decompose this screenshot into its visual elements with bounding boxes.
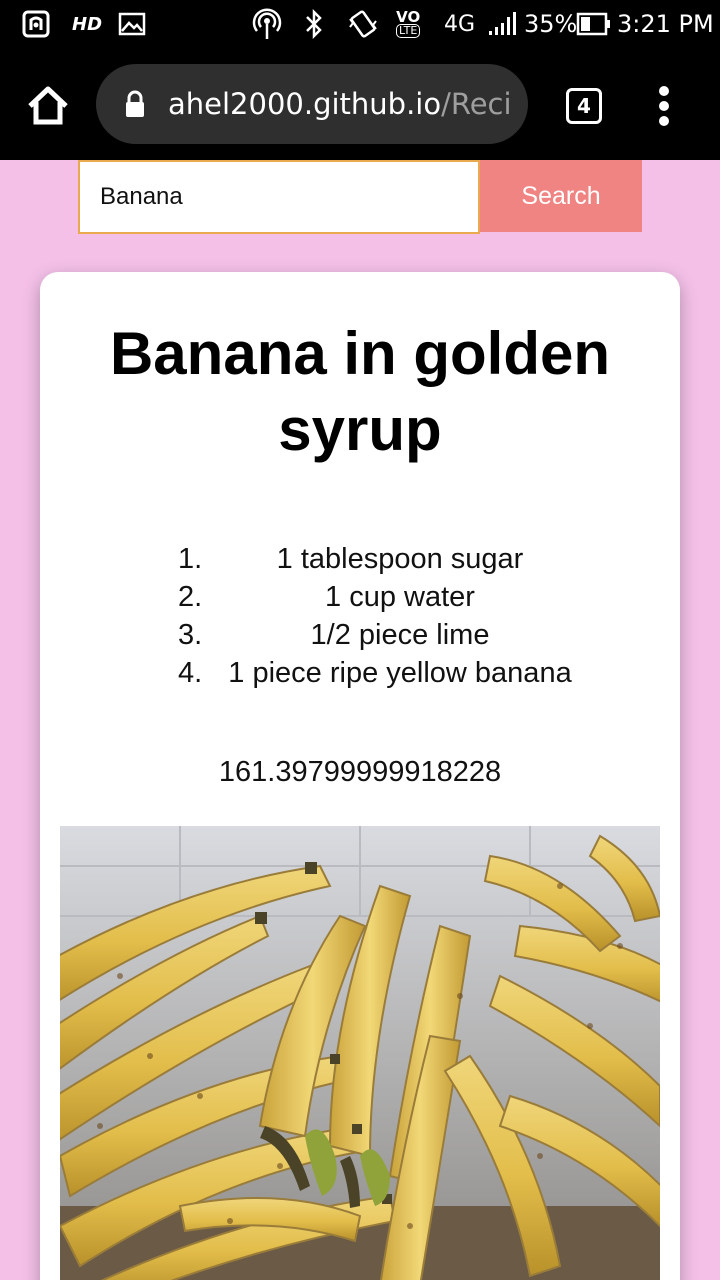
ingredient-number: 4. xyxy=(178,657,203,689)
ingredient-text: 1 piece ripe yellow banana xyxy=(228,657,572,689)
hd-label: HD xyxy=(72,13,103,35)
tab-switcher-button[interactable]: 4 xyxy=(566,88,602,124)
ingredient-item: 4. 1 piece ripe yellow banana xyxy=(178,654,588,692)
more-vert-icon[interactable] xyxy=(654,86,674,126)
network-type-label: 4G xyxy=(444,11,476,37)
ingredient-item: 3. 1/2 piece lime xyxy=(178,616,588,654)
address-bar[interactable]: ahel2000.github.io/Reci xyxy=(96,64,528,144)
home-icon[interactable] xyxy=(22,80,74,132)
ingredient-text: 1 cup water xyxy=(325,581,475,613)
ingredient-number: 1. xyxy=(178,543,203,575)
nfc-icon xyxy=(22,0,50,48)
battery-percent: 35% xyxy=(524,10,578,38)
url-text: ahel2000.github.io/Reci xyxy=(168,84,514,124)
battery-icon xyxy=(576,0,612,48)
url-host: ahel2000.github.io xyxy=(168,87,442,121)
image-icon xyxy=(118,0,146,48)
ingredient-text: 1/2 piece lime xyxy=(310,619,490,651)
signal-icon xyxy=(488,0,520,48)
ingredient-list: 1. 1 tablespoon sugar 2. 1 cup water 3. 1/2… xyxy=(178,540,588,692)
ingredient-number: 2. xyxy=(178,581,203,613)
recipe-photo xyxy=(40,826,680,1280)
recipe-title: Banana in golden syrup xyxy=(109,320,611,463)
ingredient-item: 2. 1 cup water xyxy=(178,578,588,616)
ingredient-item: 1. 1 tablespoon sugar xyxy=(178,540,588,578)
search-button[interactable]: Search xyxy=(480,160,642,232)
lock-icon xyxy=(124,90,146,118)
vibrate-icon xyxy=(346,0,380,48)
ingredient-text: 1 tablespoon sugar xyxy=(276,543,524,575)
ingredient-number: 3. xyxy=(178,619,203,651)
status-bar: HD VO LTE 4G 35% 3:21 PM xyxy=(0,0,720,48)
volte-icon: VO LTE xyxy=(396,8,421,38)
calories-value: 161.39799999918228 xyxy=(218,756,502,788)
hotspot-icon xyxy=(252,0,282,48)
recipe-card: Banana in golden syrup 1. 1 tablespoon su… xyxy=(40,272,680,1280)
bluetooth-icon xyxy=(304,0,324,48)
browser-toolbar: ahel2000.github.io/Reci 4 xyxy=(0,48,720,160)
search-input[interactable] xyxy=(78,160,480,234)
url-path: /Reci xyxy=(441,87,512,121)
clock: 3:21 PM xyxy=(617,10,714,38)
